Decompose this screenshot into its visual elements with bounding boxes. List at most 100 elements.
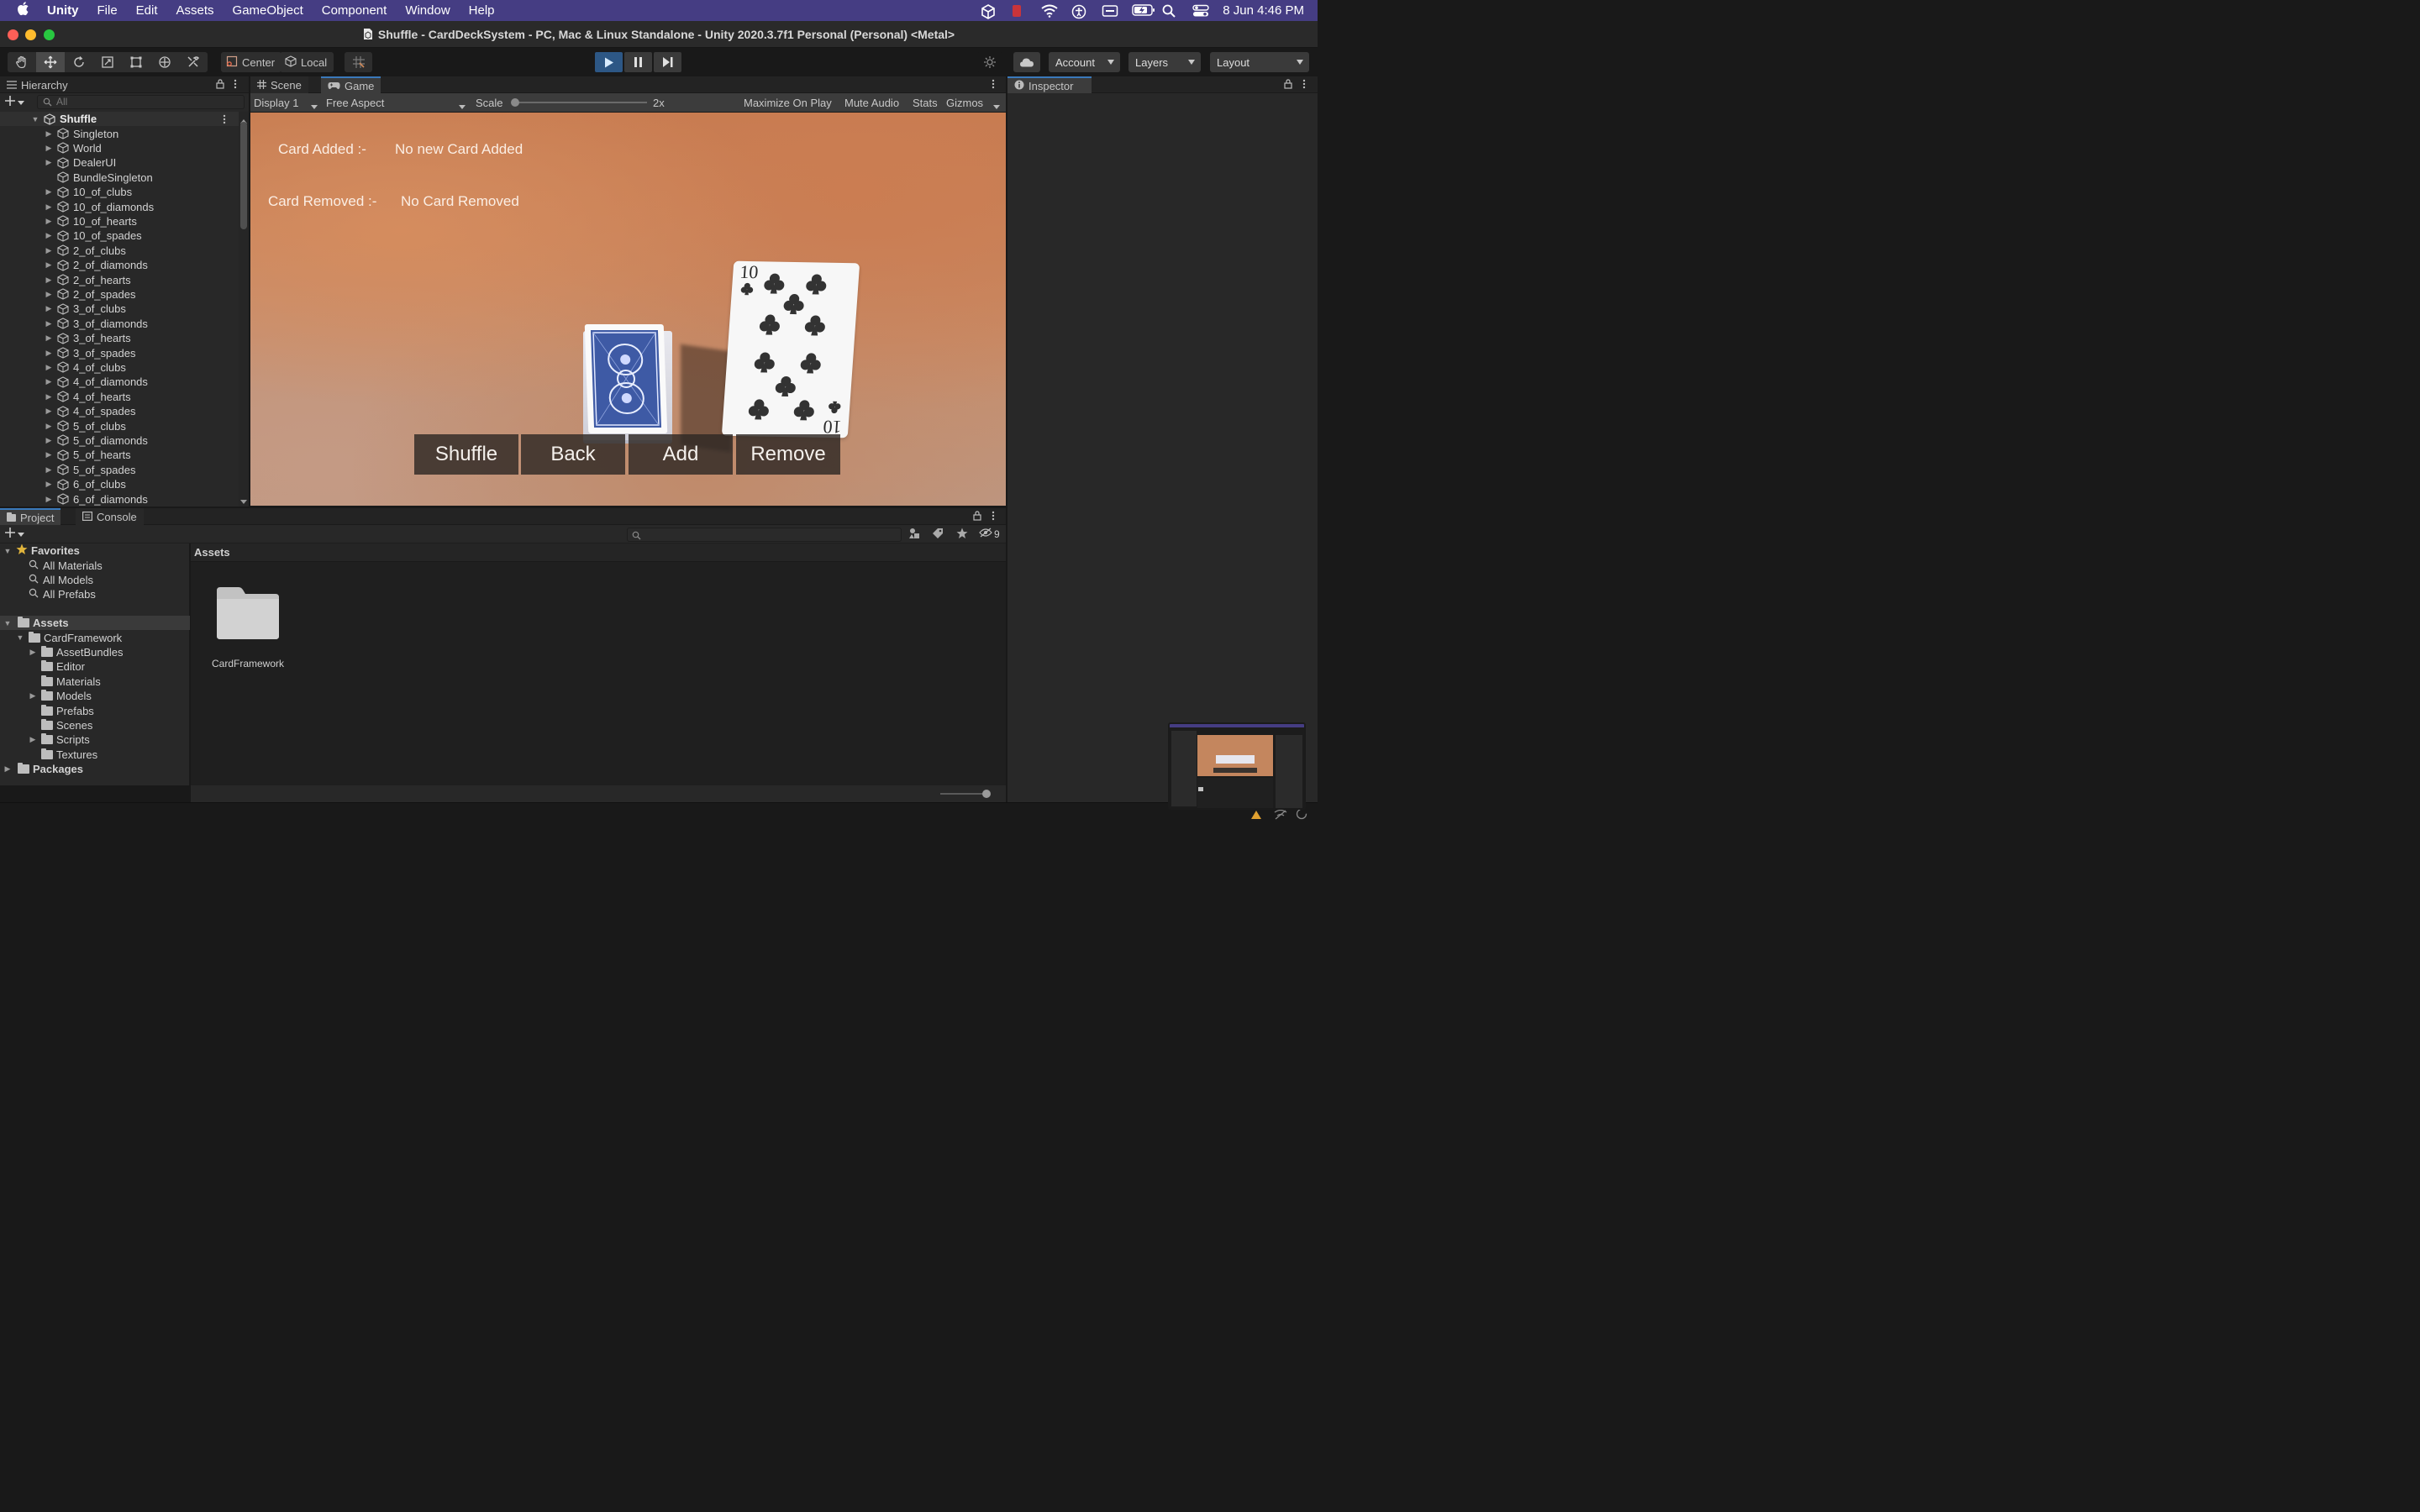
assets-root-row[interactable]: ▼ Assets (0, 616, 190, 631)
tab-scene[interactable]: Scene (250, 76, 308, 93)
filter-by-type-icon[interactable] (908, 528, 922, 542)
expand-arrow-icon[interactable]: ▶ (44, 144, 54, 153)
hidden-packages-toggle[interactable]: 9 (979, 528, 1000, 540)
assets-tree-item[interactable]: ▶ Scripts (28, 732, 90, 747)
scale-tool-icon[interactable] (93, 52, 122, 72)
favorites-item[interactable]: All Materials (29, 558, 103, 572)
accessibility-icon[interactable] (1071, 4, 1086, 18)
hierarchy-create-button[interactable] (5, 95, 30, 109)
app-status-icon[interactable] (1011, 4, 1026, 18)
add-button[interactable]: Add (629, 434, 733, 475)
move-tool-icon[interactable] (36, 52, 65, 72)
screenshot-preview-thumbnail[interactable] (1168, 722, 1306, 810)
hierarchy-item[interactable]: ▶ 2_of_clubs (0, 244, 239, 258)
menu-gameobject[interactable]: GameObject (224, 3, 313, 18)
mute-audio-toggle[interactable]: Mute Audio (844, 97, 899, 109)
pause-button[interactable] (624, 52, 652, 72)
gizmos-toggle[interactable]: Gizmos (946, 97, 983, 109)
custom-tool-icon[interactable] (179, 52, 208, 72)
expand-arrow-icon[interactable]: ▶ (44, 495, 54, 504)
hierarchy-item[interactable]: ▶ 2_of_diamonds (0, 258, 239, 272)
battery-icon[interactable] (1132, 3, 1155, 18)
expand-arrow-icon[interactable]: ▶ (44, 465, 54, 475)
card-deck[interactable] (583, 324, 672, 444)
expand-arrow-icon[interactable]: ▶ (44, 202, 54, 212)
progress-spinner-icon[interactable] (1296, 808, 1307, 822)
back-button[interactable]: Back (521, 434, 625, 475)
icon-size-slider[interactable] (940, 790, 991, 798)
menu-edit[interactable]: Edit (127, 3, 167, 18)
expand-arrow-icon[interactable]: ▶ (44, 276, 54, 285)
collapse-arrow-icon[interactable]: ▼ (15, 633, 25, 642)
menu-file[interactable]: File (88, 3, 127, 18)
keyboard-input-icon[interactable] (1102, 4, 1118, 18)
expand-arrow-icon[interactable]: ▶ (28, 691, 38, 701)
hierarchy-item[interactable]: ▶ DealerUI (0, 155, 239, 170)
cloud-settings-icon[interactable] (976, 52, 1003, 72)
expand-arrow-icon[interactable]: ▶ (44, 290, 54, 299)
project-create-button[interactable] (5, 528, 24, 540)
step-button[interactable] (654, 52, 681, 72)
hierarchy-item[interactable]: ▶ 2_of_hearts (0, 272, 239, 286)
tab-game[interactable]: Game (321, 76, 381, 93)
expand-arrow-icon[interactable]: ▶ (44, 304, 54, 313)
scale-slider[interactable] (511, 98, 647, 107)
rect-tool-icon[interactable] (122, 52, 150, 72)
hierarchy-item[interactable]: ▶ 10_of_spades (0, 228, 239, 243)
hierarchy-item[interactable]: ▶ 2_of_spades (0, 287, 239, 302)
hierarchy-item[interactable]: ▶ 4_of_hearts (0, 390, 239, 404)
hierarchy-item[interactable]: ▶ 4_of_diamonds (0, 375, 239, 389)
hierarchy-item[interactable]: ▶ 3_of_spades (0, 345, 239, 360)
collapse-arrow-icon[interactable]: ▼ (3, 547, 13, 555)
assets-tree-item[interactable]: ▶ Models (28, 689, 92, 703)
scroll-down-arrow-icon[interactable] (240, 495, 247, 507)
hierarchy-scrollbar[interactable] (239, 112, 249, 507)
ten-of-clubs-card[interactable]: 10 10 (721, 260, 860, 438)
expand-arrow-icon[interactable]: ▶ (44, 129, 54, 139)
hierarchy-item[interactable]: ▶ 10_of_hearts (0, 214, 239, 228)
expand-arrow-icon[interactable]: ▶ (44, 377, 54, 386)
expand-arrow-icon[interactable]: ▶ (44, 407, 54, 416)
filter-by-label-icon[interactable] (932, 528, 944, 542)
menu-help[interactable]: Help (460, 3, 504, 18)
hierarchy-item[interactable]: ▶ 6_of_clubs (0, 477, 239, 491)
gizmos-dropdown-icon[interactable] (993, 100, 1000, 113)
display-dropdown[interactable]: Display 1 (250, 93, 321, 112)
collab-cloud-icon[interactable] (1013, 52, 1040, 72)
breadcrumb[interactable]: Assets (191, 543, 1006, 562)
menu-assets[interactable]: Assets (167, 3, 224, 18)
menu-component[interactable]: Component (313, 3, 397, 18)
favorite-star-icon[interactable] (956, 528, 968, 542)
lock-icon[interactable] (973, 511, 981, 523)
transform-tool-icon[interactable] (150, 52, 179, 72)
expand-arrow-icon[interactable]: ▶ (44, 158, 54, 167)
layout-dropdown[interactable]: Layout (1210, 52, 1309, 72)
hierarchy-scene-row[interactable]: ▼ Shuffle (0, 112, 239, 127)
hierarchy-item[interactable]: ▶ 5_of_diamonds (0, 433, 239, 448)
spotlight-search-icon[interactable] (1162, 4, 1177, 18)
assets-tree-item[interactable]: Materials (28, 675, 101, 689)
play-button[interactable] (595, 52, 623, 72)
expand-arrow-icon[interactable]: ▶ (44, 392, 54, 402)
expand-arrow-icon[interactable]: ▶ (44, 217, 54, 226)
auto-generate-lighting-icon[interactable] (1250, 810, 1262, 822)
assets-tree-item[interactable]: ▼ CardFramework (15, 630, 122, 644)
assets-tree-item[interactable]: Editor (28, 659, 85, 674)
expand-arrow-icon[interactable]: ▶ (44, 319, 54, 328)
hierarchy-item[interactable]: ▶ 10_of_diamonds (0, 199, 239, 213)
shuffle-button[interactable]: Shuffle (414, 434, 518, 475)
asset-grid-item[interactable]: CardFramework (208, 585, 288, 669)
pivot-local-toggle[interactable]: Local (280, 52, 334, 72)
hierarchy-item[interactable]: ▶ 6_of_diamonds (0, 491, 239, 506)
expand-arrow-icon[interactable]: ▶ (44, 246, 54, 255)
network-status-icon[interactable] (1274, 809, 1287, 822)
wifi-icon[interactable] (1041, 4, 1058, 18)
expand-arrow-icon[interactable]: ▶ (28, 735, 38, 744)
hierarchy-item[interactable]: ▶ Singleton (0, 126, 239, 140)
grid-snap-toggle[interactable] (345, 52, 372, 72)
expand-arrow-icon[interactable]: ▶ (44, 187, 54, 197)
tab-console[interactable]: Console (76, 508, 144, 525)
hierarchy-item[interactable]: ▶ 10_of_clubs (0, 185, 239, 199)
favorites-item[interactable]: All Models (29, 573, 93, 587)
pivot-center-toggle[interactable]: Center (221, 52, 282, 72)
